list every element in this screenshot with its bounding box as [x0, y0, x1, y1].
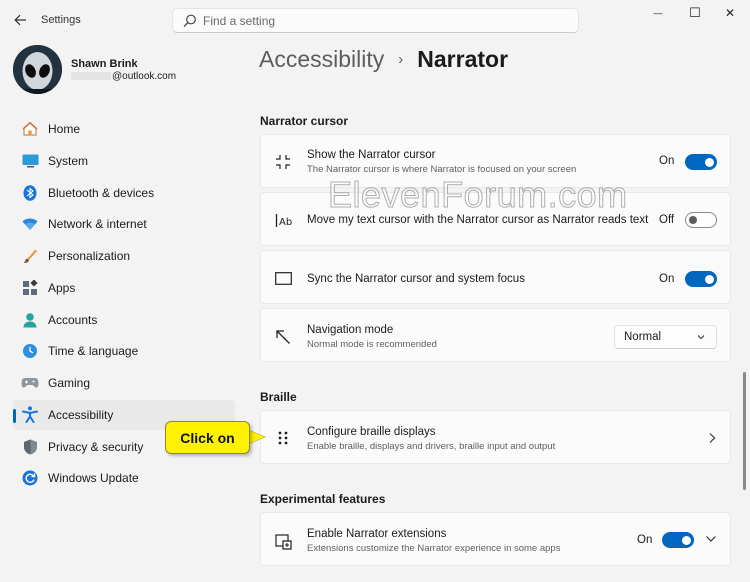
sidebar-item-label: Gaming	[48, 376, 91, 390]
chevron-down-icon	[697, 335, 705, 340]
profile-email-suffix: @outlook.com	[112, 71, 177, 82]
sidebar-item-label: Network & internet	[48, 217, 147, 232]
breadcrumb-chevron-icon: ›	[398, 51, 404, 68]
setting-card-narrator-extensions[interactable]: Enable Narrator extensions Extensions cu…	[260, 512, 731, 566]
sync-focus-toggle[interactable]	[685, 271, 717, 287]
sidebar-item-label: Windows Update	[48, 471, 139, 486]
sidebar-item-windows-update[interactable]: Windows Update	[13, 463, 235, 493]
page-title: Narrator	[417, 46, 509, 72]
search-icon	[183, 14, 196, 28]
sidebar-item-time-language[interactable]: Time & language	[13, 336, 235, 366]
show-cursor-toggle[interactable]	[685, 154, 717, 170]
section-title-experimental-features: Experimental features	[260, 492, 386, 506]
shield-icon	[21, 438, 39, 456]
system-icon	[21, 152, 39, 170]
sidebar-item-label: Personalization	[48, 249, 131, 263]
profile-email: @outlook.com	[71, 71, 176, 82]
sidebar-item-accounts[interactable]: Accounts	[13, 305, 235, 335]
card-subtitle: Enable braille, displays and drivers, br…	[307, 441, 556, 452]
callout-text: Click on	[180, 429, 235, 446]
gamepad-icon	[21, 374, 39, 392]
sidebar-item-apps[interactable]: Apps	[13, 273, 235, 303]
move-text-cursor-toggle[interactable]	[685, 212, 717, 228]
minimize-button[interactable]: —	[641, 4, 675, 22]
toggle-state-label: Off	[659, 214, 675, 226]
profile-name: Shawn Brink	[71, 58, 138, 70]
sidebar-item-personalization[interactable]: Personalization	[13, 241, 235, 271]
dropdown-value: Normal	[624, 331, 662, 343]
brush-icon	[21, 247, 39, 265]
minimize-icon: —	[653, 8, 663, 18]
home-icon	[21, 120, 39, 138]
sidebar-item-label: Bluetooth & devices	[48, 185, 155, 200]
section-title-braille: Braille	[260, 390, 297, 404]
apps-icon	[21, 279, 39, 297]
arrow-up-left-icon	[274, 328, 292, 346]
click-on-callout: Click on	[165, 421, 250, 454]
sidebar-item-network-internet[interactable]: Network & internet	[13, 209, 235, 239]
sidebar-item-label: Privacy & security	[48, 439, 144, 454]
card-title: Move my text cursor with the Narrator cu…	[307, 214, 649, 226]
breadcrumb: Accessibility › Narrator	[259, 46, 508, 73]
vertical-scrollbar[interactable]	[743, 372, 746, 490]
chevron-right-icon	[709, 433, 716, 443]
search-box[interactable]	[172, 8, 579, 33]
card-title: Enable Narrator extensions	[307, 528, 447, 540]
sidebar-item-label: System	[48, 153, 89, 168]
card-subtitle: The Narrator cursor is where Narrator is…	[307, 164, 577, 175]
card-subtitle: Normal mode is recommended	[307, 339, 437, 350]
email-redaction	[71, 72, 111, 81]
sidebar-item-label: Home	[48, 122, 81, 136]
search-input[interactable]	[203, 9, 563, 32]
card-title: Navigation mode	[307, 324, 394, 336]
maximize-icon: ☐	[689, 5, 701, 20]
setting-card-navigation-mode[interactable]: Navigation mode Normal mode is recommend…	[260, 308, 731, 362]
narrator-extensions-toggle[interactable]	[662, 532, 694, 548]
card-subtitle: Extensions customize the Narrator experi…	[307, 543, 561, 554]
rectangle-icon	[274, 269, 292, 287]
sidebar-item-label: Apps	[48, 280, 76, 295]
time-language-icon	[21, 342, 39, 360]
setting-card-show-cursor[interactable]: Show the Narrator cursor The Narrator cu…	[260, 134, 731, 188]
accessibility-icon	[21, 406, 39, 424]
alien-avatar-image	[13, 45, 62, 94]
svg-text:Ab: Ab	[279, 217, 292, 228]
title-bar: Settings — ☐ ✕	[0, 0, 750, 40]
app-title: Settings	[41, 14, 81, 26]
callout-pointer	[248, 430, 265, 444]
section-title-narrator-cursor: Narrator cursor	[260, 114, 349, 128]
maximize-button[interactable]: ☐	[678, 4, 712, 22]
update-icon	[21, 469, 39, 487]
bluetooth-icon	[21, 184, 39, 202]
avatar[interactable]	[13, 45, 62, 94]
toggle-state-label: On	[637, 534, 653, 546]
accounts-icon	[21, 311, 39, 329]
setting-card-braille-displays[interactable]: Configure braille displays Enable braill…	[260, 410, 731, 464]
extensions-icon	[274, 532, 292, 550]
sidebar-item-system[interactable]: System	[13, 146, 235, 176]
setting-card-sync-focus[interactable]: Sync the Narrator cursor and system focu…	[260, 250, 731, 304]
sidebar-item-gaming[interactable]: Gaming	[13, 368, 235, 398]
text-cursor-icon: Ab	[274, 211, 292, 229]
back-arrow-icon[interactable]	[10, 10, 30, 30]
setting-card-move-text-cursor[interactable]: Ab Move my text cursor with the Narrator…	[260, 192, 731, 246]
card-title: Sync the Narrator cursor and system focu…	[307, 273, 525, 285]
chevron-down-icon[interactable]	[705, 534, 717, 544]
braille-icon	[274, 429, 292, 447]
sidebar-item-label: Accessibility	[48, 407, 114, 422]
card-title: Configure braille displays	[307, 426, 436, 438]
close-button[interactable]: ✕	[713, 4, 747, 22]
breadcrumb-parent[interactable]: Accessibility	[259, 46, 384, 73]
cursor-corners-icon	[274, 153, 292, 171]
sidebar-item-label: Time & language	[48, 344, 139, 359]
sidebar-item-bluetooth-devices[interactable]: Bluetooth & devices	[13, 178, 235, 208]
navigation-mode-dropdown[interactable]: Normal	[614, 325, 717, 349]
close-icon: ✕	[724, 6, 736, 20]
card-title: Show the Narrator cursor	[307, 149, 436, 161]
sidebar-item-label: Accounts	[48, 312, 98, 327]
wifi-icon	[21, 215, 39, 233]
sidebar-item-home[interactable]: Home	[13, 114, 235, 144]
toggle-state-label: On	[659, 273, 675, 285]
toggle-state-label: On	[659, 155, 675, 167]
